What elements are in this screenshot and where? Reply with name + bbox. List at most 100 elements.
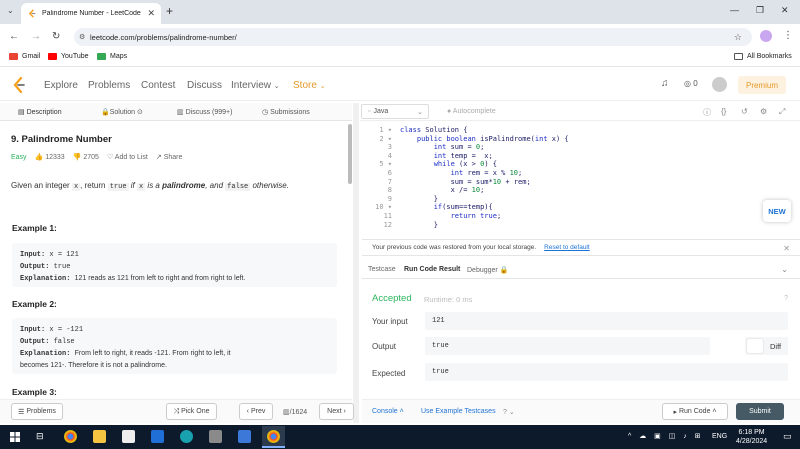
description-scrollbar[interactable]: [348, 124, 352, 184]
nav-store[interactable]: Store ⌄: [293, 80, 326, 91]
nav-contest[interactable]: Contest: [141, 80, 175, 91]
line-number: 2 ▾: [379, 134, 392, 143]
braces-icon[interactable]: {}: [721, 107, 726, 116]
user-avatar[interactable]: [712, 77, 727, 92]
bookmark-youtube[interactable]: YouTube: [48, 53, 89, 60]
tab-debugger[interactable]: Debugger 🔒: [467, 266, 508, 274]
share-icon: ↗: [155, 154, 162, 161]
close-tab-icon[interactable]: ✕: [147, 8, 155, 19]
all-bookmarks[interactable]: All Bookmarks: [734, 53, 792, 60]
editor-footer: Console ˄ Use Example Testcases ? ⌄ ▸ Ru…: [362, 399, 800, 423]
fullscreen-icon[interactable]: ⤢: [779, 107, 785, 117]
bell-icon[interactable]: ♫: [661, 78, 669, 89]
edge-icon[interactable]: [180, 430, 193, 443]
tab-solution[interactable]: 🔒Solution ⊙: [101, 108, 143, 116]
tab-discuss[interactable]: ▥ Discuss (999+): [177, 108, 232, 116]
chevron-up-icon: ˄: [399, 408, 404, 415]
back-icon[interactable]: ←: [9, 31, 19, 42]
reload-icon[interactable]: ↻: [52, 31, 60, 42]
code-line: if(sum==temp){: [433, 203, 493, 212]
info-icon[interactable]: ⓘ: [703, 107, 711, 118]
language-indicator[interactable]: ENG: [712, 433, 727, 440]
run-code-button[interactable]: ▸ Run Code ˄: [662, 403, 728, 420]
language-select[interactable]: ▫ Java ⌄: [361, 104, 429, 119]
bookmark-star-icon[interactable]: ☆: [734, 32, 742, 43]
coin-icon: ◎: [684, 79, 691, 88]
code-editor[interactable]: 1 ▾ class Solution {2 ▾ public boolean is…: [362, 126, 787, 236]
add-to-list-button[interactable]: ♡ Add to List: [107, 153, 148, 161]
nav-discuss[interactable]: Discuss: [187, 80, 222, 91]
submit-button[interactable]: Submit: [736, 403, 784, 420]
nav-interview[interactable]: Interview ⌄: [231, 80, 280, 91]
line-number: 11: [383, 212, 392, 220]
next-button[interactable]: Next ›: [319, 403, 354, 420]
pick-one-button[interactable]: ⤨ Pick One: [166, 403, 217, 420]
leetcode-logo-icon[interactable]: [12, 77, 26, 93]
clock[interactable]: 6:18 PM 4/28/2024: [736, 428, 767, 446]
bookmark-maps[interactable]: Maps: [97, 53, 127, 60]
notifications-icon[interactable]: ▭: [783, 431, 792, 442]
minimize-icon[interactable]: —: [730, 5, 739, 15]
dislike-button[interactable]: 👎 2705: [73, 153, 99, 161]
tab-search-icon[interactable]: ⌄: [7, 6, 14, 15]
new-feature-badge[interactable]: NEW: [763, 200, 791, 222]
nav-explore[interactable]: Explore: [44, 80, 78, 91]
page-indicator[interactable]: ▥/1624: [283, 408, 307, 416]
code-line: }: [400, 220, 438, 229]
difficulty-badge: Easy: [11, 153, 27, 161]
browser-tab[interactable]: Palindrome Number - LeetCode ✕: [21, 3, 161, 24]
console-button[interactable]: Console ˄: [372, 408, 404, 415]
code-line: return true;: [450, 212, 502, 220]
problems-list-button[interactable]: ☰ Problems: [11, 403, 63, 420]
palindrome-link[interactable]: palindrome: [162, 181, 205, 190]
play-icon: ⊙: [136, 109, 143, 116]
diff-toggle[interactable]: Diff: [745, 337, 788, 355]
address-bar[interactable]: ⚙ leetcode.com/problems/palindrome-numbe…: [74, 28, 752, 46]
close-icon[interactable]: ✕: [783, 244, 790, 253]
tab-submissions[interactable]: ◷ Submissions: [262, 108, 310, 116]
use-example-testcases-link[interactable]: Use Example Testcases: [421, 408, 496, 415]
profile-avatar[interactable]: [760, 30, 772, 42]
app-icon[interactable]: [209, 430, 222, 443]
share-button[interactable]: ↗ Share: [156, 153, 183, 161]
chevron-down-icon[interactable]: ⌄: [781, 265, 788, 274]
prev-button[interactable]: ‹ Prev: [239, 403, 273, 420]
system-tray-icons[interactable]: ^ ☁ ▣ ◫ ♪ ⊞: [628, 432, 704, 440]
chevron-down-icon: ⌄: [319, 83, 326, 90]
tab-run-code-result[interactable]: Run Code Result: [404, 266, 460, 273]
chrome-icon[interactable]: [267, 430, 280, 443]
forward-icon[interactable]: →: [31, 31, 41, 42]
code-line: sum = sum*10 + rem;: [400, 177, 531, 186]
autocomplete-toggle[interactable]: ● Autocomplete: [447, 108, 496, 115]
file-explorer-icon[interactable]: [93, 430, 106, 443]
menu-kebab-icon[interactable]: ⋮: [783, 30, 793, 41]
pane-splitter[interactable]: [353, 103, 359, 423]
task-view-icon[interactable]: ⊟: [36, 431, 44, 442]
like-button[interactable]: 👍 12333: [35, 153, 65, 161]
app-icon[interactable]: [238, 430, 251, 443]
bookmark-gmail[interactable]: Gmail: [9, 53, 40, 60]
chrome-icon[interactable]: [64, 430, 77, 443]
windows-start-icon[interactable]: [10, 432, 20, 442]
points-counter[interactable]: ◎ 0: [684, 79, 698, 88]
premium-button[interactable]: Premium: [738, 76, 786, 94]
mail-icon[interactable]: [151, 430, 164, 443]
tab-description[interactable]: ▤ Description: [18, 108, 62, 116]
lock-icon: 🔒: [499, 267, 509, 274]
reset-to-default-link[interactable]: Reset to default: [544, 244, 590, 251]
problem-title: 9. Palindrome Number: [11, 134, 112, 145]
code-x: x: [136, 183, 146, 191]
help-icon[interactable]: ? ⌄: [503, 408, 515, 416]
folder-icon: [734, 53, 743, 60]
nav-problems[interactable]: Problems: [88, 80, 130, 91]
restore-window-icon[interactable]: ❐: [756, 5, 764, 16]
site-info-icon[interactable]: ⚙: [79, 33, 85, 41]
settings-icon[interactable]: ⚙: [760, 107, 767, 116]
tab-testcase[interactable]: Testcase: [368, 266, 396, 273]
close-window-icon[interactable]: ✕: [781, 5, 789, 16]
maps-icon: [97, 53, 106, 60]
store-icon[interactable]: [122, 430, 135, 443]
plus-icon[interactable]: +: [166, 4, 173, 18]
reset-icon[interactable]: ↺: [741, 107, 748, 116]
help-icon[interactable]: ?: [784, 295, 788, 302]
